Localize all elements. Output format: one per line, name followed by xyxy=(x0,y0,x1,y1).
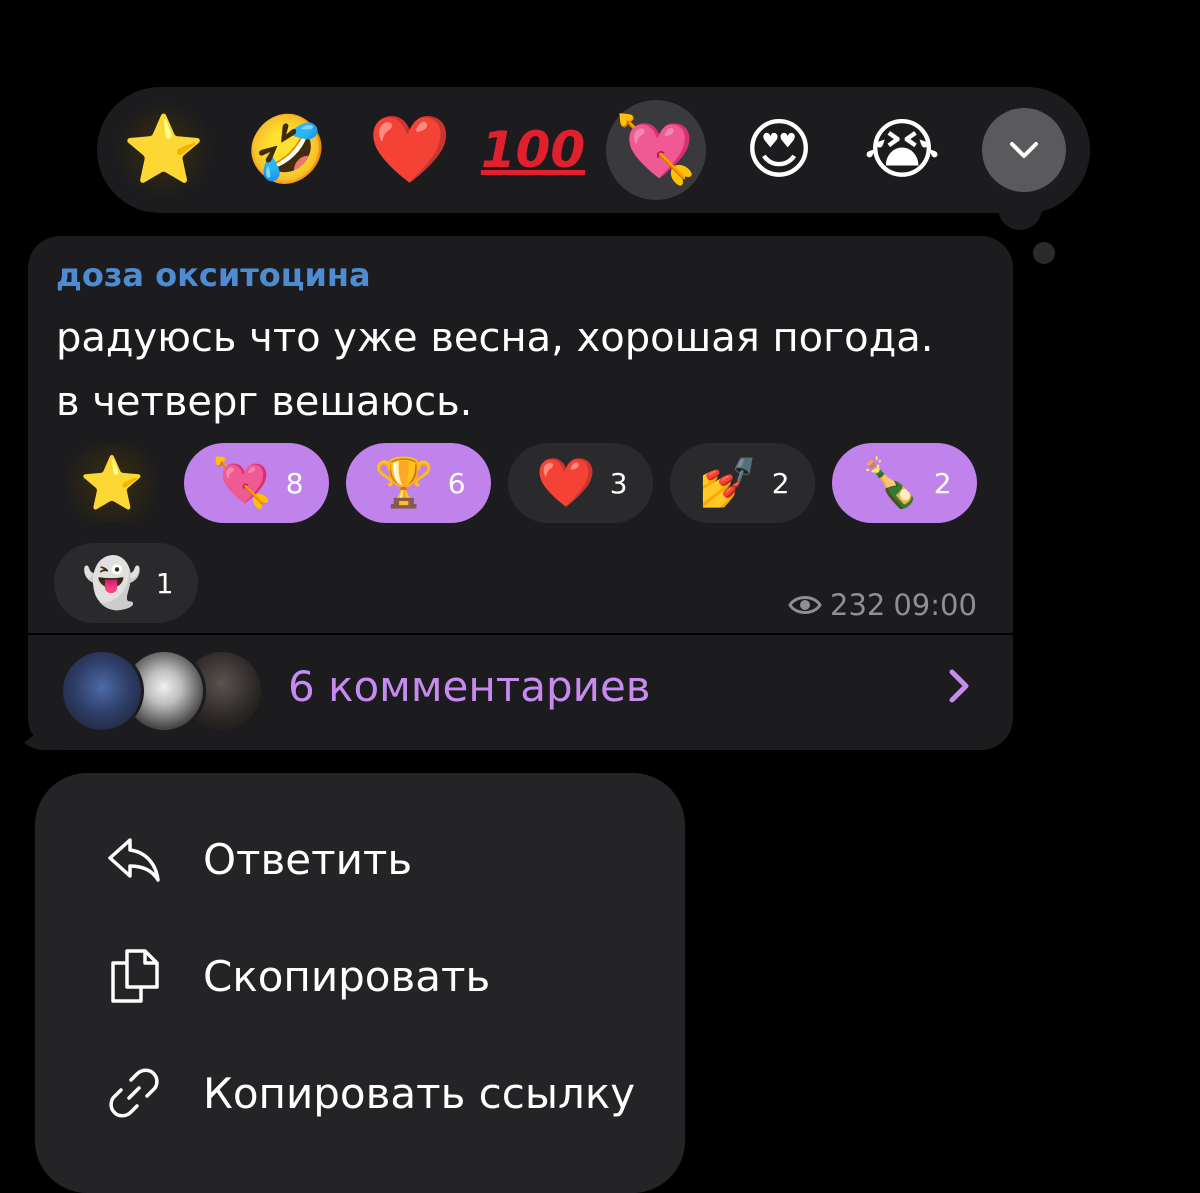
reaction-count: 2 xyxy=(771,466,790,500)
picker-tail-dot xyxy=(1033,242,1055,264)
reaction-chip-nail-polish[interactable]: 💅 2 xyxy=(670,443,815,523)
view-count: 232 xyxy=(830,588,886,622)
message-line-2: в четверг вешаюсь. xyxy=(56,379,473,425)
message-text: радуюсь что уже весна, хорошая погода. в… xyxy=(56,306,996,434)
reaction-chip-heart[interactable]: ❤️ 3 xyxy=(508,443,653,523)
menu-item-label: Копировать ссылку xyxy=(203,1068,636,1118)
chevron-down-icon xyxy=(1010,142,1038,158)
menu-item-copy[interactable]: Скопировать xyxy=(105,947,490,1005)
message-time: 09:00 xyxy=(893,588,977,622)
avatar xyxy=(60,649,144,733)
heart-arrow-icon: 💘 xyxy=(212,455,272,511)
reaction-count: 3 xyxy=(609,466,628,500)
picker-tail xyxy=(998,186,1042,230)
reaction-chip-ghost[interactable]: 👻 1 xyxy=(54,543,198,623)
comments-divider xyxy=(28,633,1013,635)
comments-link[interactable]: 6 комментариев xyxy=(288,662,651,711)
menu-item-copy-link[interactable]: Копировать ссылку xyxy=(105,1064,635,1122)
reaction-crying-button[interactable]: 😭 xyxy=(852,100,952,200)
reply-icon xyxy=(105,830,163,888)
trophy-icon: 🏆 xyxy=(374,455,434,511)
reaction-rofl-button[interactable]: 🤣 xyxy=(237,100,337,200)
reaction-count: 1 xyxy=(155,566,174,600)
copy-icon xyxy=(105,947,163,1005)
reaction-hundred-button[interactable]: 100 xyxy=(481,100,585,200)
chevron-right-icon[interactable] xyxy=(944,664,974,719)
message-line-1: радуюсь что уже весна, хорошая погода. xyxy=(56,315,934,361)
eye-icon xyxy=(788,596,822,614)
expand-reactions-button[interactable] xyxy=(982,108,1066,192)
link-icon xyxy=(105,1064,163,1122)
reaction-heart-eyes-button[interactable]: 😍 xyxy=(729,100,829,200)
reaction-count: 8 xyxy=(285,466,304,500)
reaction-count: 6 xyxy=(447,466,466,500)
reaction-heart-arrow-button[interactable]: 💘 xyxy=(606,100,706,200)
menu-item-label: Скопировать xyxy=(203,951,491,1001)
reaction-chip-trophy[interactable]: 🏆 6 xyxy=(346,443,491,523)
reaction-chip-heart-arrow[interactable]: 💘 8 xyxy=(184,443,329,523)
ghost-icon: 👻 xyxy=(82,555,142,611)
menu-item-reply[interactable]: Ответить xyxy=(105,830,412,888)
nail-polish-icon: 💅 xyxy=(698,455,758,511)
sender-name[interactable]: доза окситоцина xyxy=(56,256,371,294)
reaction-count: 2 xyxy=(933,466,952,500)
menu-item-label: Ответить xyxy=(203,834,413,884)
message-meta: 232 09:00 xyxy=(788,588,977,622)
commenter-avatars xyxy=(60,649,264,733)
reaction-star-button[interactable]: ⭐ xyxy=(114,100,214,200)
star-icon: ⭐ xyxy=(79,453,145,514)
champagne-icon: 🍾 xyxy=(860,455,920,511)
reaction-chip-star[interactable]: ⭐ xyxy=(54,443,170,523)
heart-icon: ❤️ xyxy=(536,455,596,511)
reaction-chip-champagne[interactable]: 🍾 2 xyxy=(832,443,977,523)
reaction-heart-button[interactable]: ❤️ xyxy=(360,100,460,200)
